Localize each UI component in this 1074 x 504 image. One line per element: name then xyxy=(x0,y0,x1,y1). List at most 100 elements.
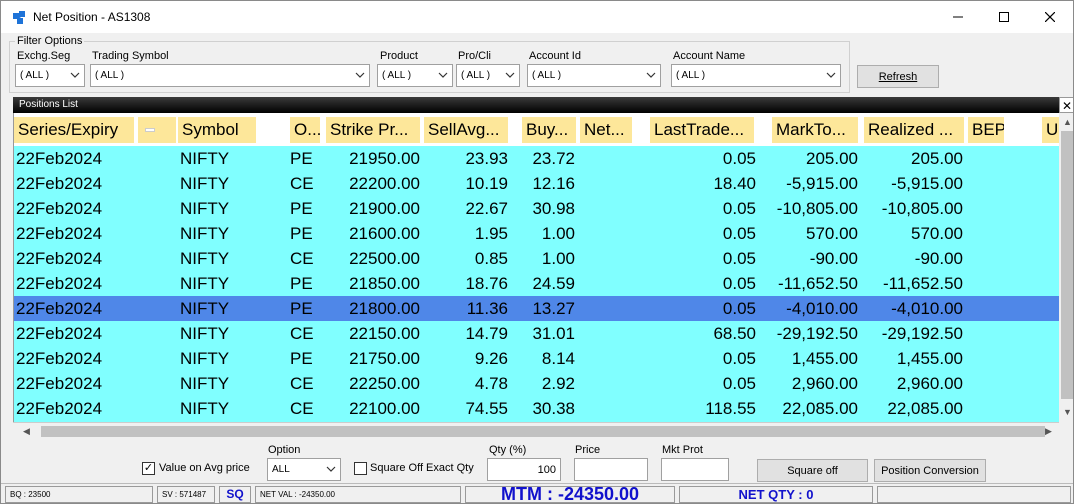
cell-series-expiry: 22Feb2024 xyxy=(16,249,103,268)
column-header-symbol[interactable]: Symbol xyxy=(178,117,256,143)
column-header-bep[interactable]: BEP xyxy=(968,117,1004,143)
exchg-seg-select[interactable]: ( ALL ) xyxy=(15,64,85,87)
cell-mark-to-market: 570.00 xyxy=(806,224,858,243)
column-header-realized[interactable]: Realized ... xyxy=(864,117,964,143)
pro-cli-value: ( ALL ) xyxy=(461,70,491,81)
pro-cli-select[interactable]: ( ALL ) xyxy=(456,64,520,87)
scroll-down-icon[interactable]: ▼ xyxy=(1063,407,1072,417)
cell-series-expiry: 22Feb2024 xyxy=(16,224,103,243)
cell-buy-avg: 12.16 xyxy=(532,174,575,193)
scroll-right-icon[interactable]: ▶ xyxy=(1045,426,1052,437)
cell-symbol: NIFTY xyxy=(180,199,230,218)
title-bar: Net Position - AS1308 xyxy=(1,1,1073,33)
table-row[interactable]: 22Feb2024 NIFTY PE 21800.00 11.36 13.27 0.05 -4… xyxy=(14,296,1059,321)
cell-symbol: NIFTY xyxy=(180,349,230,368)
column-header-mark-to-market[interactable]: MarkTo... xyxy=(772,117,858,143)
maximize-button[interactable] xyxy=(981,1,1027,33)
cell-buy-avg: 23.72 xyxy=(532,149,575,168)
vertical-scroll-thumb[interactable] xyxy=(1061,131,1073,399)
position-conversion-button[interactable]: Position Conversion xyxy=(874,459,986,482)
column-header-unrealized[interactable]: U xyxy=(1042,117,1059,143)
cell-last-trade-price: 0.05 xyxy=(722,349,756,368)
cell-sell-avg: 23.93 xyxy=(465,149,508,168)
vertical-scrollbar[interactable]: ▲ ▼ xyxy=(1059,113,1073,422)
chevron-down-icon xyxy=(326,466,336,472)
qty-percent-input[interactable]: 100 xyxy=(487,458,561,481)
scroll-up-icon[interactable]: ▲ xyxy=(1063,117,1072,127)
horizontal-scrollbar[interactable]: ◀ ▶ xyxy=(13,422,1059,439)
cell-option-type: PE xyxy=(290,199,313,218)
trading-symbol-label: Trading Symbol xyxy=(92,50,169,62)
status-bar: BQ : 23500 SV : 571487 SQ NET VAL : -243… xyxy=(1,483,1073,503)
qty-percent-value: 100 xyxy=(537,464,556,476)
column-header-net-qty[interactable]: Net... xyxy=(580,117,632,143)
cell-last-trade-price: 0.05 xyxy=(722,374,756,393)
square-off-exact-qty-checkbox[interactable] xyxy=(354,462,367,475)
table-row[interactable]: 22Feb2024 NIFTY PE 21750.00 9.26 8.14 0.05 1,45… xyxy=(14,346,1059,371)
grid-close-button[interactable]: ✕ xyxy=(1059,97,1073,113)
cell-sell-avg: 14.79 xyxy=(465,324,508,343)
cell-last-trade-price: 0.05 xyxy=(722,149,756,168)
cell-mark-to-market: 205.00 xyxy=(806,149,858,168)
cell-strike-price: 21600.00 xyxy=(349,224,420,243)
chevron-down-icon xyxy=(505,72,515,78)
product-select[interactable]: ( ALL ) xyxy=(377,64,453,87)
cell-realized: 205.00 xyxy=(911,149,963,168)
cell-option-type: PE xyxy=(290,149,313,168)
table-row[interactable]: 22Feb2024 NIFTY CE 22100.00 74.55 30.38 118.55… xyxy=(14,396,1059,421)
option-select[interactable]: ALL xyxy=(267,458,341,481)
cell-buy-avg: 1.00 xyxy=(541,249,575,268)
minimize-button[interactable] xyxy=(935,1,981,33)
table-row[interactable]: 22Feb2024 NIFTY CE 22500.00 0.85 1.00 0.05 -90.… xyxy=(14,246,1059,271)
cell-symbol: NIFTY xyxy=(180,399,230,418)
account-id-select[interactable]: ( ALL ) xyxy=(527,64,661,87)
account-name-select[interactable]: ( ALL ) xyxy=(671,64,841,87)
cell-symbol: NIFTY xyxy=(180,249,230,268)
column-filter-cell[interactable] xyxy=(138,117,176,143)
position-conversion-label: Position Conversion xyxy=(881,464,979,477)
cell-series-expiry: 22Feb2024 xyxy=(16,199,103,218)
table-row[interactable]: 22Feb2024 NIFTY CE 22150.00 14.79 31.01 68.50 -… xyxy=(14,321,1059,346)
table-row[interactable]: 22Feb2024 NIFTY PE 21600.00 1.95 1.00 0.05 570.… xyxy=(14,221,1059,246)
trading-symbol-select[interactable]: ( ALL ) xyxy=(90,64,370,87)
cell-sell-avg: 74.55 xyxy=(465,399,508,418)
column-header-sell-avg[interactable]: SellAvg... xyxy=(424,117,508,143)
cell-mark-to-market: -90.00 xyxy=(809,249,858,268)
horizontal-scroll-thumb[interactable] xyxy=(41,426,1045,437)
positions-grid[interactable]: Series/Expiry Symbol O... Strike Pr... S… xyxy=(13,113,1059,422)
column-header-series-expiry[interactable]: Series/Expiry xyxy=(14,117,134,143)
cell-mark-to-market: -10,805.00 xyxy=(776,199,858,218)
mkt-prot-input[interactable] xyxy=(661,458,729,481)
table-row[interactable]: 22Feb2024 NIFTY CE 22250.00 4.78 2.92 0.05 2,96… xyxy=(14,371,1059,396)
cell-mark-to-market: -29,192.50 xyxy=(776,324,858,343)
status-sq-button[interactable]: SQ xyxy=(219,486,251,503)
filter-icon xyxy=(145,128,155,132)
price-input[interactable] xyxy=(574,458,648,481)
table-row[interactable]: 22Feb2024 NIFTY CE 22200.00 10.19 12.16 18.40 -… xyxy=(14,171,1059,196)
cell-buy-avg: 24.59 xyxy=(532,274,575,293)
close-icon: ✕ xyxy=(1061,99,1073,113)
cell-sell-avg: 1.95 xyxy=(474,224,508,243)
table-row[interactable]: 22Feb2024 NIFTY PE 21950.00 23.93 23.72 0.05 20… xyxy=(14,146,1059,171)
value-on-avg-price-checkbox[interactable]: ✓ xyxy=(142,462,155,475)
column-header-buy-avg[interactable]: Buy... xyxy=(522,117,576,143)
cell-option-type: PE xyxy=(290,349,313,368)
table-row[interactable]: 22Feb2024 NIFTY PE 21850.00 18.76 24.59 0.05 -1… xyxy=(14,271,1059,296)
cell-mark-to-market: 1,455.00 xyxy=(791,349,858,368)
cell-mark-to-market: 2,960.00 xyxy=(791,374,858,393)
cell-symbol: NIFTY xyxy=(180,299,230,318)
exchg-seg-value: ( ALL ) xyxy=(20,70,50,81)
column-header-last-trade-price[interactable]: LastTrade... xyxy=(650,117,754,143)
column-header-strike-price[interactable]: Strike Pr... xyxy=(326,117,420,143)
puzzle-app-icon xyxy=(13,11,25,24)
refresh-button[interactable]: Refresh xyxy=(857,65,939,88)
column-header-option-type[interactable]: O... xyxy=(290,117,320,143)
cell-realized: -10,805.00 xyxy=(881,199,963,218)
cell-buy-avg: 30.98 xyxy=(532,199,575,218)
square-off-button[interactable]: Square off xyxy=(757,459,868,482)
cell-symbol: NIFTY xyxy=(180,149,230,168)
cell-last-trade-price: 118.55 xyxy=(705,399,756,418)
table-row[interactable]: 22Feb2024 NIFTY PE 21900.00 22.67 30.98 0.05 -1… xyxy=(14,196,1059,221)
close-window-button[interactable] xyxy=(1027,1,1073,33)
scroll-left-icon[interactable]: ◀ xyxy=(23,426,30,437)
